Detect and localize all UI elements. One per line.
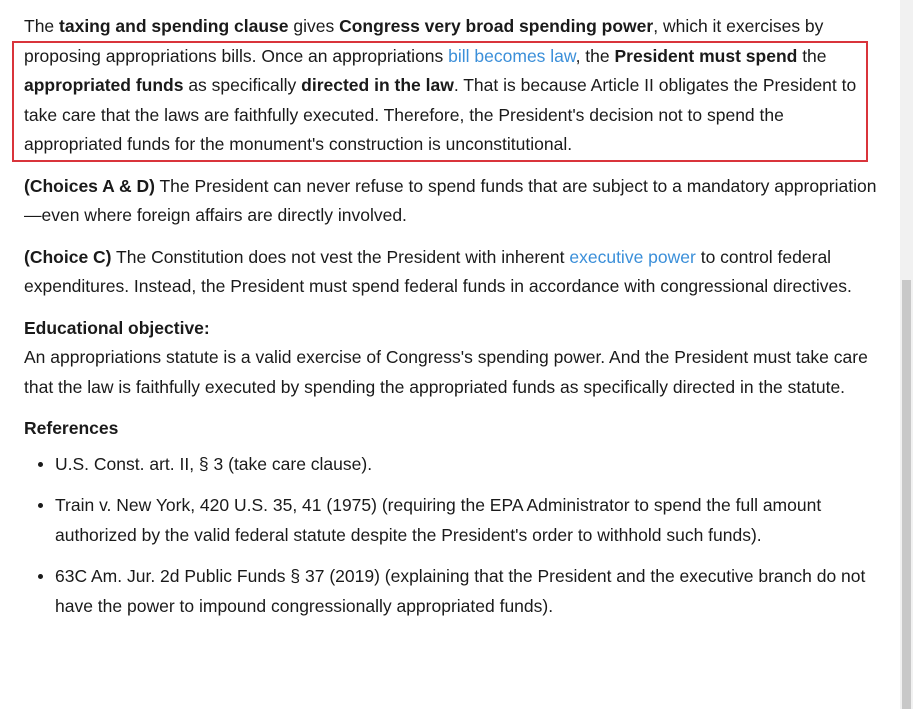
bill-becomes-law-link[interactable]: bill becomes law bbox=[448, 46, 575, 66]
choice-label: (Choices A & D) bbox=[24, 175, 155, 196]
educational-objective: Educational objective: An appropriations… bbox=[24, 314, 882, 403]
text-span: as specifically bbox=[183, 75, 302, 95]
references-heading: References bbox=[24, 418, 119, 438]
text-span: , the bbox=[575, 45, 615, 66]
bold-term: Congress very broad spending power bbox=[339, 16, 654, 36]
explanation-paragraph: The taxing and spending clause gives Con… bbox=[24, 12, 882, 160]
bold-term: appropriated funds bbox=[24, 75, 184, 95]
objective-text: An appropriations statute is a valid exe… bbox=[24, 347, 868, 397]
bold-term: taxing and spending clause bbox=[59, 16, 289, 36]
choice-c-paragraph: (Choice C) The Constitution does not ves… bbox=[24, 243, 882, 302]
choices-a-d-paragraph: (Choices A & D) The President can never … bbox=[24, 172, 882, 231]
reference-item: U.S. Const. art. II, § 3 (take care clau… bbox=[55, 450, 882, 480]
executive-power-link[interactable]: executive power bbox=[569, 247, 695, 267]
text-span: the bbox=[797, 45, 827, 66]
explanation-content: The taxing and spending clause gives Con… bbox=[24, 12, 882, 633]
bold-term: President must spend bbox=[614, 45, 798, 66]
reference-item: Train v. New York, 420 U.S. 35, 41 (1975… bbox=[55, 491, 882, 550]
text-span: gives bbox=[288, 16, 340, 36]
scrollbar-thumb[interactable] bbox=[902, 280, 911, 709]
references-list: U.S. Const. art. II, § 3 (take care clau… bbox=[24, 450, 882, 622]
reference-item: 63C Am. Jur. 2d Public Funds § 37 (2019)… bbox=[55, 562, 882, 621]
bold-term: directed in the law bbox=[301, 75, 454, 95]
text-span: The bbox=[24, 16, 60, 36]
text-span: The Constitution does not vest the Presi… bbox=[111, 246, 570, 267]
objective-heading: Educational objective: bbox=[24, 317, 210, 338]
references-section: References U.S. Const. art. II, § 3 (tak… bbox=[24, 414, 882, 621]
vertical-scrollbar[interactable] bbox=[900, 0, 913, 709]
choice-label: (Choice C) bbox=[24, 246, 112, 267]
